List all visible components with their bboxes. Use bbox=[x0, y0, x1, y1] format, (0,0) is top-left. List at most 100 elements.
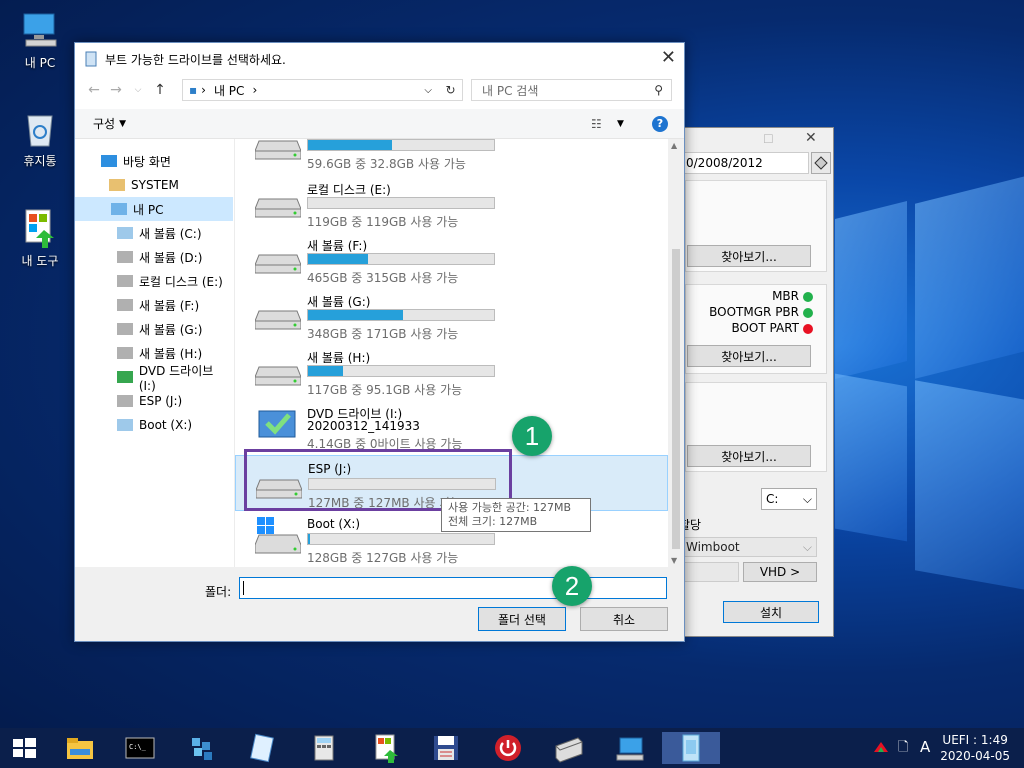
wallpaper-beam bbox=[915, 176, 1024, 379]
desktop-icon-my-tools[interactable]: 내 도구 bbox=[5, 208, 75, 269]
search-icon: ⚲ bbox=[654, 83, 663, 97]
taskbar-calculator[interactable] bbox=[308, 732, 340, 764]
nav-item-drive-d[interactable]: 새 볼륨 (D:) bbox=[75, 245, 233, 269]
back-arrow-icon[interactable]: ← bbox=[83, 82, 105, 98]
wallpaper-beam bbox=[835, 201, 907, 379]
browse-button-2[interactable]: 찾아보기... bbox=[687, 345, 811, 367]
nav-item-desktop[interactable]: 바탕 화면 bbox=[75, 149, 233, 173]
size-field[interactable] bbox=[683, 562, 739, 582]
select-folder-button[interactable]: 폴더 선택 bbox=[478, 607, 566, 631]
scrollbar-thumb[interactable] bbox=[672, 249, 680, 549]
wimboot-select[interactable]: Wimboot ⌵ bbox=[683, 537, 817, 557]
os-version-field: 0/2008/2012 bbox=[683, 152, 809, 174]
dvd-drive-icon bbox=[258, 410, 296, 438]
power-icon bbox=[495, 735, 521, 761]
terminal-icon: C:\_ bbox=[125, 737, 155, 759]
nav-item-drive-i[interactable]: DVD 드라이브 (I:) bbox=[75, 364, 233, 393]
install-button[interactable]: 설치 bbox=[723, 601, 819, 623]
nav-item-mypc[interactable]: 내 PC bbox=[75, 197, 233, 221]
up-arrow-icon[interactable]: ↑ bbox=[149, 82, 171, 98]
close-icon[interactable]: ✕ bbox=[805, 130, 817, 146]
browse-button-3[interactable]: 찾아보기... bbox=[687, 445, 811, 467]
nav-item-drive-x[interactable]: Boot (X:) bbox=[75, 413, 233, 437]
drive-free-space: 119GB 중 119GB 사용 가능 bbox=[307, 215, 459, 229]
refresh-icon[interactable]: ↻ bbox=[439, 79, 463, 101]
desktop-icon-label: 내 도구 bbox=[21, 254, 59, 268]
network-icon[interactable] bbox=[873, 740, 889, 757]
drive-tile-g[interactable]: 새 볼륨 (G:) 348GB 중 171GB 사용 가능 bbox=[235, 287, 668, 343]
address-bar[interactable]: ▪ › 내 PC › ⌵ bbox=[182, 79, 463, 101]
taskbar-save-tool[interactable] bbox=[430, 732, 462, 764]
windows-logo-icon bbox=[13, 738, 36, 758]
computer-icon bbox=[20, 10, 60, 50]
drive-icon bbox=[117, 395, 133, 407]
recycle-bin-icon bbox=[20, 108, 60, 148]
organize-dropdown-icon[interactable]: ▼ bbox=[119, 119, 126, 129]
folder-name-input[interactable] bbox=[239, 577, 667, 599]
nav-item-drive-g[interactable]: 새 볼륨 (G:) bbox=[75, 317, 233, 341]
tray-clock[interactable]: UEFI : 1:49 2020-04-05 bbox=[940, 732, 1010, 764]
drive-tile-i[interactable]: DVD 드라이브 (I:) 20200312_141933 4.14GB 중 0… bbox=[235, 399, 668, 455]
dvd-drive-icon bbox=[117, 371, 133, 383]
nav-item-drive-e[interactable]: 로컬 디스크 (E:) bbox=[75, 269, 233, 293]
taskbar-my-tools[interactable] bbox=[370, 732, 402, 764]
view-dropdown-icon[interactable]: ▼ bbox=[617, 119, 624, 129]
nav-item-drive-f[interactable]: 새 볼륨 (F:) bbox=[75, 293, 233, 317]
breadcrumb-mypc[interactable]: 내 PC bbox=[214, 82, 244, 99]
taskbar-power[interactable] bbox=[492, 732, 524, 764]
drive-tile-e[interactable]: 로컬 디스크 (E:) 119GB 중 119GB 사용 가능 bbox=[235, 175, 668, 231]
drive-icon bbox=[117, 323, 133, 335]
recent-chevron-icon[interactable]: ⌵ bbox=[127, 85, 149, 95]
nav-item-drive-c[interactable]: 새 볼륨 (C:) bbox=[75, 221, 233, 245]
drive-tile-d[interactable]: 59.6GB 중 32.8GB 사용 가능 bbox=[235, 139, 668, 173]
desktop-icon bbox=[101, 155, 117, 167]
hard-drive-icon bbox=[255, 366, 301, 386]
chevron-down-icon: ⌵ bbox=[802, 540, 812, 554]
search-placeholder: 내 PC 검색 bbox=[482, 83, 539, 98]
taskbar-bootice-active[interactable] bbox=[662, 732, 720, 764]
taskbar-registry-editor[interactable] bbox=[186, 732, 218, 764]
taskbar-this-pc[interactable] bbox=[614, 732, 646, 764]
drive-free-space: 59.6GB 중 32.8GB 사용 가능 bbox=[307, 157, 466, 171]
scroll-up-icon[interactable]: ▲ bbox=[671, 141, 677, 150]
disk-browse-icon[interactable] bbox=[811, 152, 831, 174]
view-options-icon[interactable]: ☷ bbox=[591, 117, 602, 131]
browse-button-1[interactable]: 찾아보기... bbox=[687, 245, 811, 267]
registry-icon bbox=[192, 738, 212, 760]
dialog-footer: 폴더: 폴더 선택 취소 bbox=[75, 567, 684, 641]
taskbar-disk-tool[interactable] bbox=[552, 732, 584, 764]
cancel-button[interactable]: 취소 bbox=[580, 607, 668, 631]
folder-icon bbox=[67, 738, 93, 759]
drive-tile-f[interactable]: 새 볼륨 (F:) 465GB 중 315GB 사용 가능 bbox=[235, 231, 668, 287]
input-language-indicator[interactable]: A bbox=[920, 738, 930, 756]
help-icon[interactable]: ? bbox=[652, 116, 668, 132]
drive-free-space: 465GB 중 315GB 사용 가능 bbox=[307, 271, 459, 285]
start-button[interactable] bbox=[8, 732, 40, 764]
computer-icon bbox=[111, 203, 127, 215]
close-icon[interactable]: ✕ bbox=[661, 49, 676, 67]
usb-icon[interactable]: 🗋 bbox=[898, 738, 908, 760]
nav-item-drive-j[interactable]: ESP (J:) bbox=[75, 389, 233, 413]
maximize-icon[interactable]: ☐ bbox=[763, 132, 774, 146]
drive-name: 새 볼륨 (G:) bbox=[307, 295, 371, 309]
organize-menu[interactable]: 구성 bbox=[93, 115, 115, 132]
forward-arrow-icon[interactable]: → bbox=[105, 82, 127, 98]
address-dropdown-icon[interactable]: ⌵ bbox=[424, 85, 432, 96]
taskbar-command-prompt[interactable]: C:\_ bbox=[124, 732, 156, 764]
nav-item-system[interactable]: SYSTEM bbox=[75, 173, 233, 197]
computer-icon bbox=[616, 737, 644, 761]
drive-icon bbox=[117, 347, 133, 359]
scroll-down-icon[interactable]: ▼ bbox=[671, 556, 677, 565]
usage-bar-fill bbox=[308, 534, 310, 544]
taskbar-file-explorer[interactable] bbox=[64, 732, 96, 764]
search-input[interactable]: 내 PC 검색 ⚲ bbox=[471, 79, 672, 101]
desktop-icon-recycle-bin[interactable]: 휴지통 bbox=[5, 108, 75, 169]
drive-letter-select[interactable]: C: ⌵ bbox=[761, 488, 817, 510]
drive-tile-h[interactable]: 새 볼륨 (H:) 117GB 중 95.1GB 사용 가능 bbox=[235, 343, 668, 399]
usage-bar bbox=[307, 197, 495, 209]
vertical-scrollbar[interactable]: ▲ ▼ bbox=[668, 139, 684, 567]
taskbar-notepad[interactable] bbox=[246, 732, 278, 764]
vhd-button[interactable]: VHD > bbox=[743, 562, 817, 582]
desktop-icon-mypc[interactable]: 내 PC bbox=[5, 10, 75, 71]
usage-bar bbox=[307, 253, 495, 265]
